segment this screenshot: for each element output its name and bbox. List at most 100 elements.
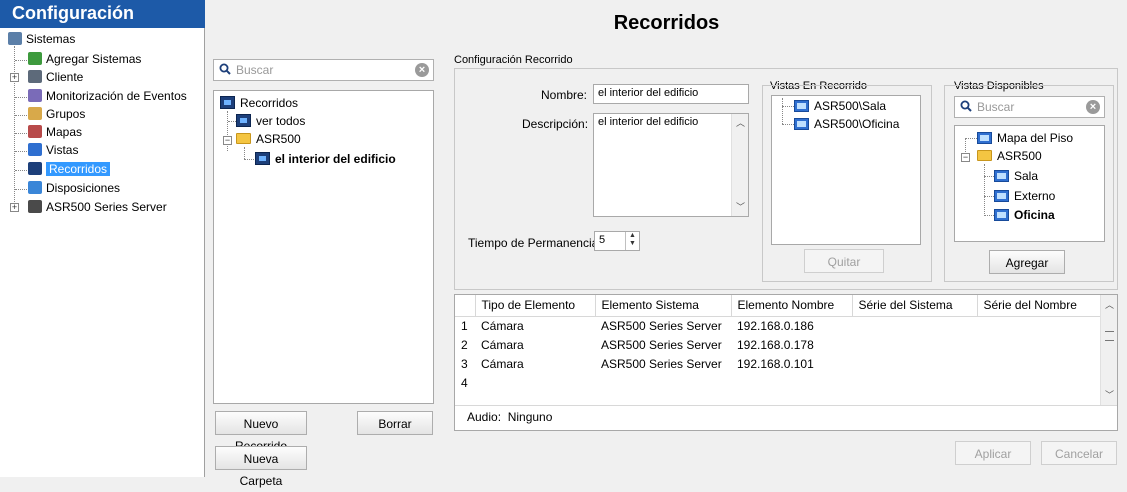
sidebar-item-cliente[interactable]: Cliente — [28, 69, 83, 86]
table-row[interactable]: 2 Cámara ASR500 Series Server 192.168.0.… — [455, 335, 1101, 354]
stepper-arrows-icon[interactable]: ▲ ▼ — [625, 232, 639, 250]
sidebar-item-label: Cliente — [46, 70, 84, 84]
view-folder-asr500[interactable]: ASR500 — [977, 148, 1042, 164]
table-row[interactable]: 3 Cámara ASR500 Series Server 192.168.0.… — [455, 354, 1101, 373]
clear-icon[interactable]: × — [1086, 100, 1100, 114]
view-item-externo[interactable]: Externo — [994, 188, 1055, 204]
view-icon — [977, 132, 992, 144]
tree-connector — [15, 170, 27, 171]
tour-view-item[interactable]: ASR500\Sala — [794, 98, 886, 114]
cell-sys-serial — [852, 373, 977, 392]
cell-type: Cámara — [481, 318, 524, 333]
tree-item-ver-todos[interactable]: ver todos — [236, 113, 305, 129]
cell-name — [731, 373, 852, 392]
tree-connector — [984, 215, 994, 216]
search-placeholder: Buscar — [977, 100, 1015, 114]
new-folder-button[interactable]: Nueva Carpeta — [215, 446, 307, 488]
sidebar-item-label: Mapas — [46, 125, 83, 139]
sidebar-title: Configuración — [0, 0, 205, 28]
tree-item-label: ver todos — [256, 114, 306, 128]
tree-item-label: Externo — [1014, 189, 1056, 203]
collapse-icon[interactable]: − — [961, 153, 970, 162]
view-icon — [994, 190, 1009, 202]
collapse-icon[interactable]: − — [223, 136, 232, 145]
description-scrollbar[interactable]: ︿ ﹀ — [731, 114, 748, 216]
config-sidebar: Configuración Sistemas Agregar Sistemas … — [0, 0, 205, 477]
new-tour-button[interactable]: Nuevo Recorrido — [215, 411, 307, 453]
scroll-down-icon[interactable]: ﹀ — [1103, 388, 1116, 402]
scroll-down-icon[interactable]: ﹀ — [734, 200, 747, 214]
column-header[interactable]: Elemento Sistema — [595, 295, 732, 317]
sidebar-item-asr500-server[interactable]: ASR500 Series Server — [28, 199, 167, 216]
sidebar-item-monitorizacion[interactable]: Monitorización de Eventos — [28, 88, 187, 105]
layout-icon — [28, 181, 42, 194]
view-icon — [994, 209, 1009, 221]
divider — [455, 405, 1117, 406]
views-in-tour-list: ASR500\Sala ASR500\Oficina — [771, 95, 921, 245]
tree-item-label: Oficina — [1014, 208, 1055, 222]
column-header[interactable]: Série del Nombre — [977, 295, 1101, 317]
tour-view-item[interactable]: ASR500\Oficina — [794, 116, 899, 132]
table-scrollbar[interactable]: ︿ ﹀ — [1100, 295, 1117, 405]
cancel-button[interactable]: Cancelar — [1041, 441, 1117, 465]
expand-icon[interactable]: + — [10, 73, 19, 82]
row-number: 2 — [461, 337, 468, 352]
remove-button[interactable]: Quitar — [804, 249, 884, 273]
clear-icon[interactable]: × — [415, 63, 429, 77]
tours-search-input[interactable]: Buscar × — [213, 59, 434, 81]
cell-name: 192.168.0.186 — [737, 318, 814, 333]
view-item-sala[interactable]: Sala — [994, 168, 1038, 184]
tree-item-label: Sala — [1014, 169, 1039, 183]
tree-connector — [228, 121, 236, 122]
sidebar-item-label: Sistemas — [26, 32, 76, 46]
scroll-up-icon[interactable]: ︿ — [1103, 298, 1116, 312]
tree-item-label: ASR500 — [256, 132, 301, 146]
dwell-value: 5 — [599, 234, 606, 246]
view-item-floor-map[interactable]: Mapa del Piso — [977, 130, 1073, 146]
dwell-label: Tiempo de Permanencia: — [468, 236, 602, 250]
sidebar-item-label: Recorridos — [46, 162, 111, 176]
audio-value[interactable]: Ninguno — [508, 410, 553, 424]
sidebar-item-disposiciones[interactable]: Disposiciones — [28, 180, 120, 197]
page-title: Recorridos — [613, 12, 720, 34]
sidebar-item-label: Vistas — [46, 143, 79, 157]
cell-name-serial — [977, 335, 1101, 354]
name-field[interactable]: el interior del edificio — [593, 84, 749, 104]
scroll-up-icon[interactable]: ︿ — [734, 116, 747, 130]
column-header — [455, 295, 476, 317]
tree-connector — [782, 98, 783, 124]
cell-name-serial — [977, 316, 1101, 335]
sidebar-item-agregar-sistemas[interactable]: Agregar Sistemas — [28, 51, 141, 68]
column-header[interactable]: Elemento Nombre — [731, 295, 853, 317]
sidebar-item-recorridos[interactable]: Recorridos — [28, 161, 111, 178]
sidebar-item-sistemas[interactable]: Sistemas — [8, 31, 75, 48]
expand-icon[interactable]: + — [10, 203, 19, 212]
sidebar-item-grupos[interactable]: Grupos — [28, 106, 85, 123]
cell-sys-serial — [852, 335, 977, 354]
tree-item-selected-tour[interactable]: el interior del edificio — [255, 151, 396, 167]
cell-system: ASR500 Series Server — [601, 356, 722, 371]
view-item-oficina[interactable]: Oficina — [994, 207, 1055, 223]
cell-type — [475, 373, 595, 392]
sidebar-item-vistas[interactable]: Vistas — [28, 142, 78, 159]
add-button[interactable]: Agregar — [989, 250, 1065, 274]
tree-item-recorridos[interactable]: Recorridos — [220, 95, 298, 111]
tree-item-asr500-folder[interactable]: ASR500 — [236, 131, 301, 147]
cell-name-serial — [977, 373, 1101, 392]
table-row[interactable]: 1 Cámara ASR500 Series Server 192.168.0.… — [455, 316, 1101, 335]
table-row[interactable]: 4 — [455, 373, 1101, 392]
tree-item-label: Recorridos — [240, 96, 299, 110]
tree-item-label: ASR500\Oficina — [814, 117, 900, 131]
scroll-thumb-grip-icon[interactable] — [1105, 331, 1114, 341]
sidebar-item-mapas[interactable]: Mapas — [28, 124, 82, 141]
dwell-stepper[interactable]: 5 ▲ ▼ — [594, 231, 640, 251]
views-search-input[interactable]: Buscar × — [954, 96, 1105, 118]
column-header[interactable]: Tipo de Elemento — [475, 295, 596, 317]
event-monitor-icon — [28, 89, 42, 102]
description-field[interactable]: el interior del edificio ︿ ﹀ — [593, 113, 749, 217]
delete-button[interactable]: Borrar — [357, 411, 433, 435]
column-header[interactable]: Série del Sistema — [852, 295, 978, 317]
tour-icon — [28, 162, 42, 175]
apply-button[interactable]: Aplicar — [955, 441, 1031, 465]
tour-icon — [220, 96, 235, 109]
